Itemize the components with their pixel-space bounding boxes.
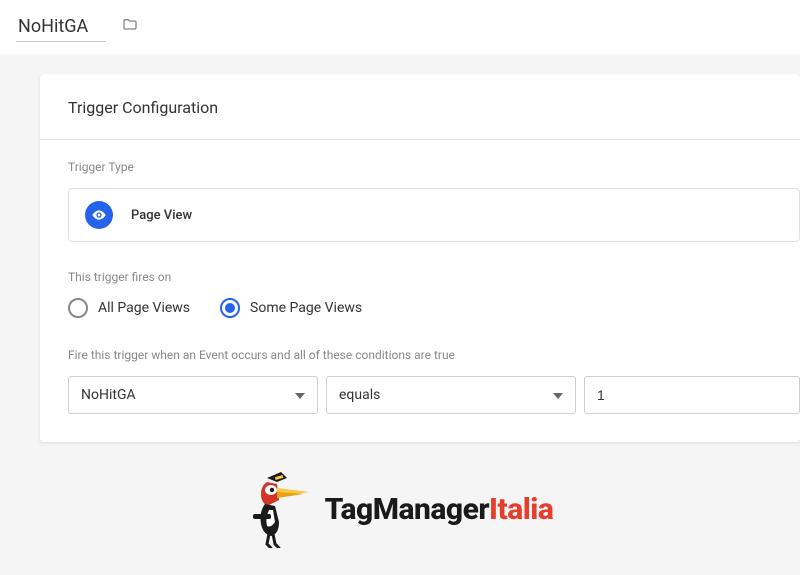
select-value: equals <box>339 387 380 403</box>
trigger-type-card[interactable]: Page View <box>68 188 800 242</box>
radio-label-some: Some Page Views <box>250 300 362 316</box>
folder-icon[interactable] <box>120 17 140 37</box>
radio-label-all: All Page Views <box>98 300 190 316</box>
fires-on-label: This trigger fires on <box>68 270 800 284</box>
radio-button-icon <box>68 298 88 318</box>
trigger-name-input[interactable]: NoHitGA <box>16 12 106 42</box>
condition-variable-select[interactable]: NoHitGA <box>68 376 318 414</box>
radio-button-icon <box>220 298 240 318</box>
header-bar: NoHitGA <box>0 0 800 54</box>
chevron-down-icon <box>553 387 563 403</box>
radio-some-page-views[interactable]: Some Page Views <box>220 298 362 318</box>
condition-row: NoHitGA equals <box>68 376 800 414</box>
condition-operator-select[interactable]: equals <box>326 376 576 414</box>
logo-prefix: TagManager <box>325 492 489 527</box>
condition-instruction-label: Fire this trigger when an Event occurs a… <box>68 348 800 362</box>
radio-all-page-views[interactable]: All Page Views <box>68 298 190 318</box>
panel-title: Trigger Configuration <box>68 98 800 117</box>
chevron-down-icon <box>295 387 305 403</box>
main-area: Trigger Configuration Trigger Type Page … <box>0 54 800 442</box>
trigger-config-panel: Trigger Configuration Trigger Type Page … <box>40 74 800 442</box>
brand-logo-text: TagManagerItalia <box>325 492 554 527</box>
woodpecker-mascot-icon <box>247 470 313 548</box>
brand-logo: TagManagerItalia <box>0 470 800 548</box>
divider <box>40 139 800 140</box>
trigger-type-value: Page View <box>131 208 192 223</box>
select-value: NoHitGA <box>81 387 136 403</box>
condition-value-input[interactable] <box>584 376 800 414</box>
trigger-type-label: Trigger Type <box>68 160 800 174</box>
eye-icon <box>85 201 113 229</box>
logo-suffix: Italia <box>489 492 553 527</box>
fires-on-radio-group: All Page Views Some Page Views <box>68 298 800 318</box>
